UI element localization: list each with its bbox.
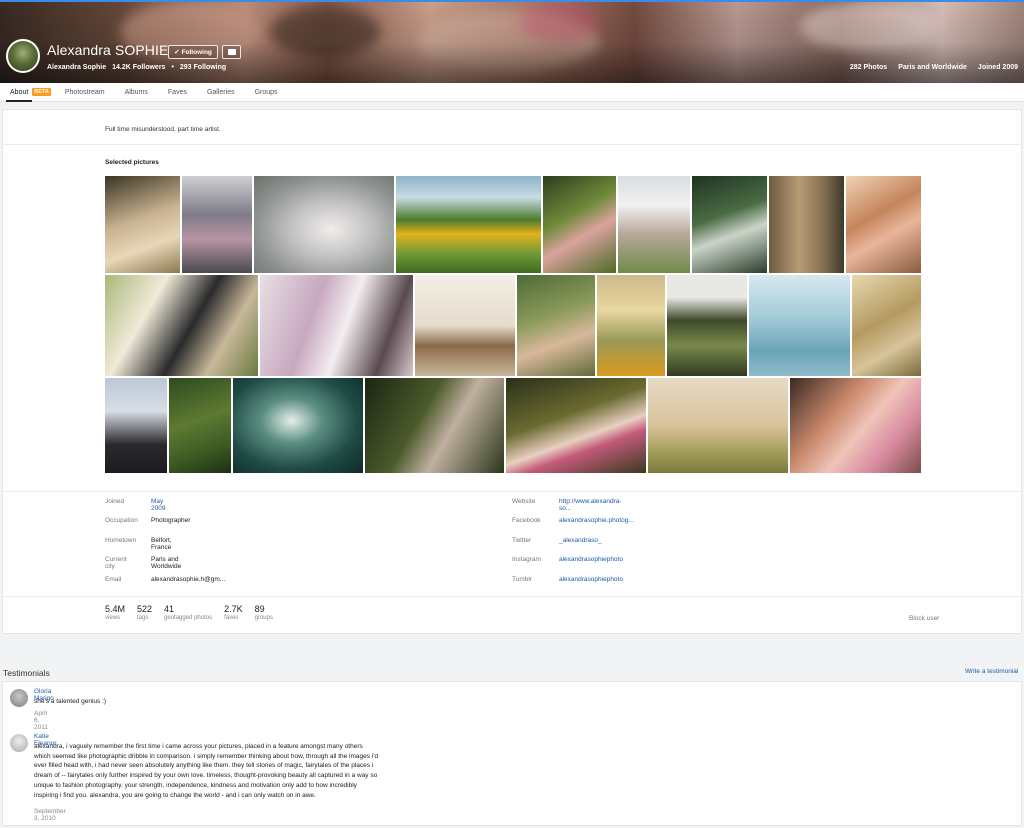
- photo-thumbnail[interactable]: [254, 176, 394, 273]
- photo-thumbnail[interactable]: [597, 275, 665, 376]
- tab-groups[interactable]: Groups: [245, 83, 288, 102]
- info-email-value: alexandrasophie.h@gm...: [151, 576, 226, 583]
- tab-photostream[interactable]: Photostream: [55, 83, 115, 102]
- photo-thumbnail[interactable]: [648, 378, 788, 473]
- followers-link[interactable]: 14.2K Followers: [112, 64, 165, 71]
- write-testimonial-link[interactable]: Write a testimonial: [965, 668, 1018, 675]
- photo-thumbnail[interactable]: [182, 176, 252, 273]
- stat-label: geotagged photos: [164, 615, 213, 621]
- photo-thumbnail[interactable]: [105, 275, 258, 376]
- tab-galleries[interactable]: Galleries: [197, 83, 245, 102]
- selected-pictures-grid: [105, 176, 921, 473]
- about-card: Full time misunderstood, part time artis…: [2, 109, 1022, 634]
- photo-thumbnail[interactable]: [396, 176, 541, 273]
- info-hometown-value: Belfort, France: [151, 537, 172, 551]
- stat-faves[interactable]: 2.7K faves: [224, 604, 243, 621]
- stat-number: 5.4M: [105, 604, 126, 614]
- following-link[interactable]: 293 Following: [180, 64, 226, 71]
- info-label: Joined: [105, 498, 125, 505]
- stat-views: 5.4M views: [105, 604, 125, 621]
- facebook-link[interactable]: alexandrasophie.photog...: [559, 517, 634, 524]
- photo-thumbnail[interactable]: [667, 275, 747, 376]
- info-label: Website: [512, 498, 536, 505]
- divider: [3, 491, 1021, 492]
- following-button[interactable]: ✓ Following: [168, 45, 218, 59]
- info-label: Email: [105, 576, 122, 583]
- profile-name: Alexandra SOPHIE: [47, 42, 169, 58]
- instagram-link[interactable]: alexandrasophiephoto: [559, 556, 623, 563]
- divider: [3, 144, 1021, 145]
- separator-dot: •: [171, 64, 174, 71]
- photo-thumbnail[interactable]: [543, 176, 616, 273]
- checkmark-icon: ✓: [174, 49, 180, 56]
- testimonials-title: Testimonials: [3, 668, 50, 678]
- envelope-icon: [227, 49, 236, 55]
- divider: [3, 596, 1021, 597]
- tab-albums[interactable]: Albums: [115, 83, 158, 102]
- photo-thumbnail[interactable]: [105, 378, 167, 473]
- selected-pictures-title: Selected pictures: [105, 159, 159, 166]
- info-label: Twitter: [512, 537, 532, 544]
- display-name: Alexandra Sophie: [47, 64, 107, 71]
- stat-label: tags: [137, 615, 149, 621]
- twitter-link[interactable]: _alexandraso_: [559, 537, 602, 544]
- stat-number: 41: [164, 604, 175, 614]
- tab-faves[interactable]: Faves: [158, 83, 197, 102]
- photo-thumbnail[interactable]: [692, 176, 767, 273]
- testimonial-text: alexandra, i vaguely remember the first …: [34, 743, 379, 799]
- info-occupation-value: Photographer: [151, 517, 191, 524]
- photo-thumbnail[interactable]: [415, 275, 515, 376]
- info-joined-value[interactable]: May 2009: [151, 498, 165, 512]
- profile-nav: About BETA Photostream Albums Faves Gall…: [0, 83, 1024, 102]
- message-button[interactable]: [222, 45, 241, 59]
- stat-number: 2.7K: [224, 604, 243, 614]
- tumblr-link[interactable]: alexandrasophiephoto: [559, 576, 623, 583]
- info-label: Current city: [105, 556, 127, 570]
- photo-thumbnail[interactable]: [749, 275, 850, 376]
- stat-label: views: [105, 615, 121, 621]
- profile-stats: 5.4M views 522 tags 41 geotagged photos …: [105, 604, 273, 621]
- photo-thumbnail[interactable]: [852, 275, 921, 376]
- testimonial-text: she's a talented genius :): [34, 698, 107, 705]
- photo-thumbnail[interactable]: [506, 378, 646, 473]
- stat-label: groups: [254, 615, 273, 621]
- tab-about[interactable]: About: [0, 83, 38, 102]
- joined-date: Joined 2009: [977, 64, 1018, 71]
- stat-groups[interactable]: 89 groups: [255, 604, 273, 621]
- avatar[interactable]: [10, 689, 28, 707]
- profile-description: Full time misunderstood, part time artis…: [105, 126, 221, 133]
- info-label: Tumblr: [512, 576, 532, 583]
- photo-thumbnail[interactable]: [260, 275, 413, 376]
- photo-thumbnail[interactable]: [790, 378, 921, 473]
- photo-thumbnail[interactable]: [105, 176, 180, 273]
- stat-number: 89: [254, 604, 265, 614]
- avatar[interactable]: [6, 39, 40, 73]
- photo-thumbnail[interactable]: [769, 176, 844, 273]
- location: Paris and Worldwide: [898, 64, 967, 71]
- following-button-label: Following: [181, 48, 212, 56]
- stat-number: 522: [137, 604, 153, 614]
- testimonials-card: Gloria Marigo she's a talented genius :)…: [2, 681, 1022, 826]
- info-label: Facebook: [512, 517, 541, 524]
- testimonial-date: September 3, 2010: [34, 808, 66, 822]
- info-label: Occupation: [105, 517, 138, 524]
- photo-thumbnail[interactable]: [233, 378, 363, 473]
- avatar[interactable]: [10, 734, 28, 752]
- website-link[interactable]: http://www.alexandra-so...: [559, 498, 622, 512]
- block-user-link[interactable]: Block user: [909, 615, 939, 622]
- cover-photo-banner: Alexandra SOPHIE ✓ Following Alexandra S…: [0, 2, 1024, 83]
- testimonial-date: April 6, 2011: [34, 710, 48, 731]
- photo-thumbnail[interactable]: [365, 378, 504, 473]
- photos-count: 282 Photos: [849, 64, 888, 71]
- photo-thumbnail[interactable]: [618, 176, 690, 273]
- info-current-city-value: Paris and Worldwide: [151, 556, 182, 570]
- stat-tags[interactable]: 522 tags: [137, 604, 152, 621]
- photo-thumbnail[interactable]: [517, 275, 595, 376]
- stat-label: faves: [224, 615, 239, 621]
- info-label: Instagram: [512, 556, 541, 563]
- stat-geotagged[interactable]: 41 geotagged photos: [164, 604, 212, 621]
- info-label: Hometown: [105, 537, 137, 544]
- photo-thumbnail[interactable]: [846, 176, 921, 273]
- photo-thumbnail[interactable]: [169, 378, 231, 473]
